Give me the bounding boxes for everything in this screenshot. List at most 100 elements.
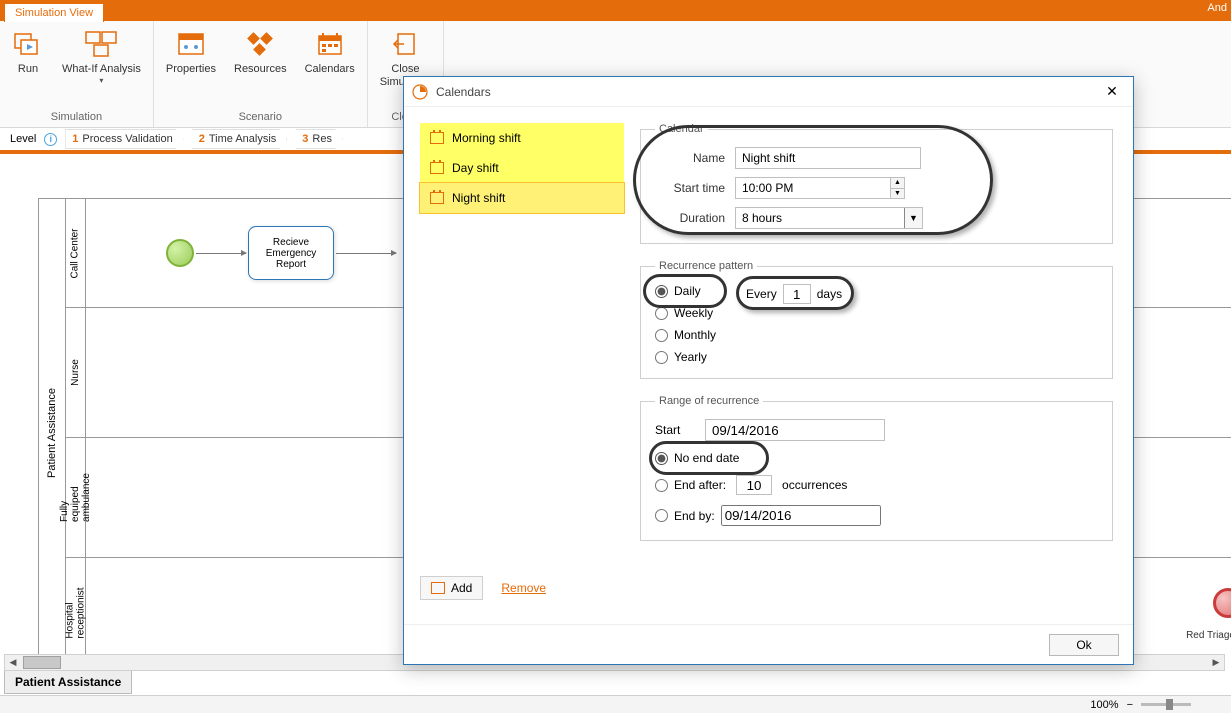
yearly-label: Yearly — [674, 350, 707, 364]
sequence-flow-2 — [336, 253, 396, 254]
bc3-num: 3 — [302, 133, 308, 145]
whatif-label: What-If Analysis — [62, 63, 141, 76]
run-button[interactable]: Run — [8, 27, 48, 78]
whatif-button[interactable]: What-If Analysis ▾ — [58, 27, 145, 87]
range-legend: Range of recurrence — [655, 395, 763, 407]
shift-list: Morning shift Day shift Night shift Add … — [404, 107, 632, 624]
radio-yearly[interactable] — [655, 351, 668, 364]
calendars-dialog: Calendars ✕ Morning shift Day shift Nigh… — [403, 76, 1134, 665]
whatif-icon — [85, 29, 117, 59]
document-tab-patient-assistance[interactable]: Patient Assistance — [4, 671, 132, 694]
whatif-dropdown-icon: ▾ — [99, 76, 103, 85]
info-icon[interactable]: i — [44, 133, 57, 146]
starttime-down-icon[interactable]: ▼ — [890, 189, 904, 199]
pattern-legend: Recurrence pattern — [655, 260, 757, 272]
weekly-label: Weekly — [674, 306, 713, 320]
radio-weekly[interactable] — [655, 307, 668, 320]
bc1-txt: Process Validation — [82, 133, 172, 145]
dialog-titlebar: Calendars ✕ — [404, 77, 1133, 107]
remove-shift-link[interactable]: Remove — [501, 581, 546, 595]
starttime-label: Start time — [655, 181, 725, 195]
zoom-out-icon[interactable]: − — [1127, 699, 1133, 711]
calendars-label: Calendars — [305, 63, 355, 76]
recurrence-pattern-fieldset: Recurrence pattern Daily Weekly Monthly … — [640, 260, 1113, 379]
resources-button[interactable]: Resources — [230, 27, 291, 78]
scroll-left-icon[interactable]: ◀ — [5, 655, 21, 670]
bc2-txt: Time Analysis — [209, 133, 276, 145]
range-start-label: Start — [655, 423, 695, 437]
breadcrumb-step-3[interactable]: 3 Res — [295, 129, 343, 149]
calendar-settings-panel: Calendar Name Start time ▲ ▼ — [632, 107, 1133, 624]
name-label: Name — [655, 151, 725, 165]
breadcrumb-step-1[interactable]: 1 Process Validation — [65, 129, 183, 149]
calendar-mini-icon — [430, 192, 444, 204]
days-label: days — [817, 287, 842, 301]
resources-label: Resources — [234, 63, 287, 76]
radio-end-after[interactable] — [655, 479, 668, 492]
bc1-num: 1 — [72, 133, 78, 145]
properties-icon — [175, 29, 207, 59]
red-triage-label: Red Triage — [1186, 630, 1231, 641]
shift-item-day[interactable]: Day shift — [420, 153, 624, 183]
user-label-fragment: And — [1207, 2, 1227, 14]
start-event[interactable] — [166, 239, 194, 267]
tab-simulation-view[interactable]: Simulation View — [4, 3, 104, 22]
group-scenario-label: Scenario — [239, 111, 282, 125]
calendar-fieldset: Calendar Name Start time ▲ ▼ — [640, 123, 1113, 244]
scroll-right-icon[interactable]: ▶ — [1208, 655, 1224, 670]
shift-item-morning[interactable]: Morning shift — [420, 123, 624, 153]
dialog-close-button[interactable]: ✕ — [1099, 79, 1125, 105]
ok-button[interactable]: Ok — [1049, 634, 1119, 656]
add-label: Add — [451, 581, 472, 595]
monthly-label: Monthly — [674, 328, 716, 342]
properties-label: Properties — [166, 63, 216, 76]
duration-select[interactable]: 8 hours ▼ — [735, 207, 923, 229]
bc2-num: 2 — [199, 133, 205, 145]
close-simulation-icon — [389, 29, 421, 59]
calendar-mini-icon — [430, 132, 444, 144]
name-input[interactable] — [735, 147, 921, 169]
run-icon — [12, 29, 44, 59]
task-receive-emergency-report[interactable]: Recieve Emergency Report — [248, 226, 334, 280]
daily-label: Daily — [674, 284, 701, 298]
radio-no-end[interactable] — [655, 452, 668, 465]
starttime-up-icon[interactable]: ▲ — [890, 178, 904, 189]
resources-icon — [244, 29, 276, 59]
calendar-add-icon — [431, 582, 445, 594]
radio-monthly[interactable] — [655, 329, 668, 342]
radio-end-by[interactable] — [655, 509, 668, 522]
shift-item-night[interactable]: Night shift — [420, 183, 624, 213]
app-tab-bar: Simulation View And — [0, 0, 1231, 21]
duration-dropdown-icon[interactable]: ▼ — [904, 208, 922, 228]
properties-button[interactable]: Properties — [162, 27, 220, 78]
level-label: Level — [10, 133, 36, 145]
run-label: Run — [18, 63, 38, 76]
duration-value: 8 hours — [742, 211, 782, 225]
no-end-label: No end date — [674, 451, 739, 465]
shift-label-day: Day shift — [452, 161, 499, 175]
calendar-mini-icon — [430, 162, 444, 174]
starttime-input[interactable] — [735, 177, 905, 199]
occurrences-input[interactable] — [736, 475, 772, 495]
end-by-input[interactable] — [721, 505, 881, 526]
radio-daily[interactable] — [655, 285, 668, 298]
range-start-input[interactable] — [705, 419, 885, 441]
scroll-thumb[interactable] — [23, 656, 61, 669]
lane1-title: Call Center — [70, 228, 81, 278]
range-fieldset: Range of recurrence Start No end date En… — [640, 395, 1113, 541]
add-shift-button[interactable]: Add — [420, 576, 483, 600]
calendars-button[interactable]: Calendars — [301, 27, 359, 78]
calendars-icon — [314, 29, 346, 59]
duration-label: Duration — [655, 211, 725, 225]
document-tabs: Patient Assistance — [4, 671, 132, 695]
group-simulation-label: Simulation — [51, 111, 102, 125]
end-by-label: End by: — [674, 509, 715, 523]
breadcrumb-step-2[interactable]: 2 Time Analysis — [192, 129, 288, 149]
every-n-input[interactable] — [783, 284, 811, 304]
zoom-slider[interactable] — [1141, 703, 1191, 706]
lane2-title: Nurse — [70, 359, 81, 386]
calendar-legend: Calendar — [655, 123, 708, 135]
status-bar: 100% − — [0, 695, 1231, 713]
dialog-title: Calendars — [436, 85, 491, 99]
every-label: Every — [746, 287, 777, 301]
